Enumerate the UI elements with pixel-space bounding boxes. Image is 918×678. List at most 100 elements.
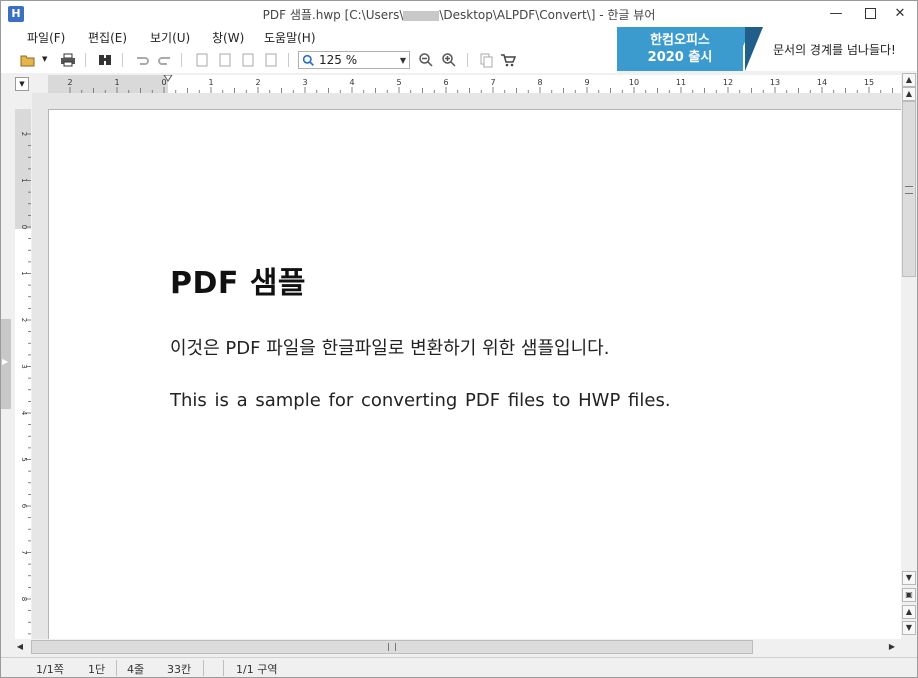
ad-stripe-shape [745,27,763,71]
page-prev-icon[interactable] [217,52,233,68]
vertical-ruler: 21012345678 [15,109,31,639]
open-dropdown-icon[interactable]: ▼ [42,55,47,63]
chevron-down-icon: ▼ [19,80,25,88]
viewer-window: H PDF 샘플.hwp [C:\Users\ \Desktop\ALPDF\Co… [0,0,918,678]
status-section: 1/1 구역 [236,663,278,676]
scroll-right-button[interactable]: ▶ [885,640,899,654]
page-view-button[interactable]: ▣ [902,588,916,602]
minimize-icon: — [829,6,843,21]
ruler-tick-label: 7 [490,78,495,87]
status-separator [223,660,224,676]
ruler-tick-label: 3 [302,78,307,87]
redacted-username [403,10,440,21]
menu-edit[interactable]: 편집(E) [88,29,127,46]
zoom-value: 125 % [319,53,358,67]
ruler-tick-label: 9 [584,78,589,87]
menu-file[interactable]: 파일(F) [27,29,65,46]
maximize-icon [864,8,876,19]
ruler-tick-label: 15 [864,78,874,87]
ruler-tick-label: 14 [817,78,827,87]
chevron-down-icon: ▼ [399,56,406,65]
chevron-right-icon: ▶ [888,642,896,651]
hancom-office-ad-banner[interactable]: 한컴오피스 2020 출시 문서의 경계를 넘나들다! [617,27,917,71]
ruler-tick-label: 0 [161,78,166,87]
page-first-icon[interactable] [194,52,210,68]
cart-icon[interactable] [500,52,516,68]
grip-icon [388,643,396,651]
toolbar-separator [122,53,123,67]
vertical-scroll-thumb[interactable] [902,101,916,277]
scroll-top-button[interactable]: ▲ [902,73,916,87]
maximize-button[interactable] [853,1,887,27]
horizontal-ruler: 2 1 0 1 2 3 4 5 6 7 8 9 10 11 12 13 14 15 [48,75,901,93]
prev-page-button[interactable]: ▲ [902,605,916,619]
chevron-down-icon: ▼ [905,623,913,632]
ruler-tick-label: 2 [255,78,260,87]
open-folder-icon[interactable] [20,52,36,68]
ruler-tick-label: 8 [537,78,542,87]
ruler-tick-label: 2 [67,78,72,87]
zoom-select[interactable]: 125 % ▼ [298,51,410,69]
horizontal-scrollbar[interactable]: ◀ ▶ [11,639,901,655]
ruler-tick-label: 6 [443,78,448,87]
print-icon[interactable] [60,52,76,68]
ruler-tick-label: 5 [396,78,401,87]
chevron-down-icon: ▼ [905,573,913,582]
scroll-left-button[interactable]: ◀ [13,640,27,654]
ad-line2: 2020 출시 [647,50,713,65]
ruler-toggle-button[interactable]: ▼ [15,77,29,91]
side-panel-toggle[interactable]: ▶ [1,319,11,409]
next-page-button[interactable]: ▼ [902,621,916,635]
ruler-tick-label: 10 [629,78,639,87]
scroll-down-button[interactable]: ▼ [902,571,916,585]
copy-icon[interactable] [478,52,494,68]
ad-line1: 한컴오피스 [650,33,710,48]
toolbar-separator [288,53,289,67]
ruler-tick-label: 13 [770,78,780,87]
menu-window[interactable]: 창(W) [212,29,244,46]
page-next-icon[interactable] [240,52,256,68]
zoom-out-icon[interactable] [418,52,434,68]
menu-view[interactable]: 보기(U) [150,29,190,46]
horizontal-scroll-thumb[interactable] [31,640,753,654]
redo-icon[interactable] [157,52,173,68]
find-icon[interactable] [97,52,113,68]
chevron-right-icon: ▶ [2,357,9,366]
page-last-icon[interactable] [263,52,279,68]
title-bar: H PDF 샘플.hwp [C:\Users\ \Desktop\ALPDF\Co… [1,1,917,27]
document-view[interactable]: PDF 샘플 이것은 PDF 파일을 한글파일로 변환하기 위한 샘플입니다. … [32,93,901,639]
window-title-prefix: PDF 샘플.hwp [C:\Users\ [262,8,404,22]
chevron-up-icon: ▲ [905,75,913,84]
toolbar: ▼ 125 % ▼ [1,47,617,73]
document-title: PDF 샘플 [170,266,307,301]
status-line: 4줄 [127,663,145,676]
toolbar-separator [467,53,468,67]
minimize-button[interactable]: — [819,1,853,27]
toolbar-separator [85,53,86,67]
window-title-suffix: \Desktop\ALPDF\Convert\] - 한글 뷰어 [439,8,656,22]
undo-icon[interactable] [134,52,150,68]
window-title: PDF 샘플.hwp [C:\Users\ \Desktop\ALPDF\Conv… [1,6,917,23]
toolbar-separator [181,53,182,67]
ad-slogan: 문서의 경계를 넘나들다! [773,43,896,57]
chevron-up-icon: ▲ [905,89,913,98]
page-icon: ▣ [905,590,913,599]
vertical-scrollbar[interactable]: ▲ ▲ ▼ ▣ ▲ ▼ [901,73,917,639]
document-page[interactable]: PDF 샘플 이것은 PDF 파일을 한글파일로 변환하기 위한 샘플입니다. … [48,109,901,639]
ruler-margin [48,75,168,93]
grip-icon [905,186,913,194]
status-separator [203,660,204,676]
magnifier-icon [302,54,314,66]
status-column: 1단 [88,663,106,676]
close-button[interactable]: ✕ [883,1,917,27]
scroll-up-button[interactable]: ▲ [902,87,916,101]
ruler-tick-label: 12 [723,78,733,87]
ruler-tick-label: 11 [676,78,686,87]
chevron-up-icon: ▲ [905,607,913,616]
menu-help[interactable]: 도움말(H) [264,29,316,46]
status-col-pos: 33칸 [167,663,192,676]
menu-bar: 파일(F) 편집(E) 보기(U) 창(W) 도움말(H) [1,27,617,47]
status-page: 1/1쪽 [36,663,64,676]
close-icon: ✕ [894,6,906,21]
zoom-in-icon[interactable] [441,52,457,68]
